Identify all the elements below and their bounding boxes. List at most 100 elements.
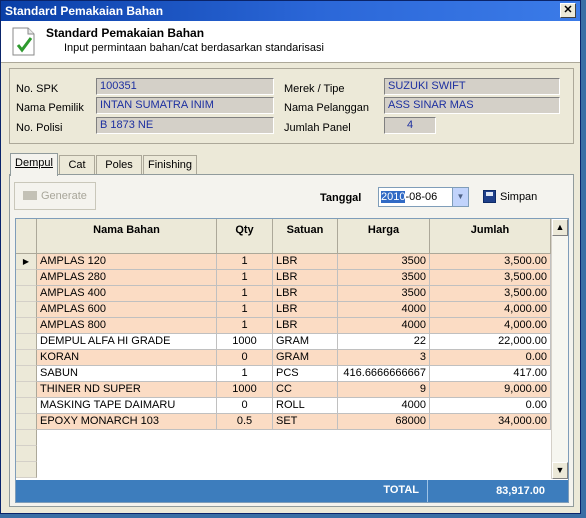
cell-satuan[interactable]: LBR (273, 286, 338, 302)
current-row-indicator-icon[interactable]: ▶ (16, 254, 37, 270)
tab-poles[interactable]: Poles (96, 155, 142, 175)
column-header-qty[interactable]: Qty (217, 219, 273, 254)
cell-nama-bahan[interactable]: AMPLAS 400 (37, 286, 217, 302)
cell-qty[interactable]: 1 (217, 318, 273, 334)
table-row[interactable]: DEMPUL ALFA HI GRADE 1000 GRAM 22 22,000.00 (16, 334, 551, 350)
cell-harga[interactable]: 3 (338, 350, 430, 366)
scroll-up-icon[interactable]: ▲ (552, 219, 568, 236)
generate-button[interactable]: Generate (14, 182, 96, 210)
table-row[interactable]: EPOXY MONARCH 103 0.5 SET 68000 34,000.00 (16, 414, 551, 430)
table-row[interactable]: SABUN 1 PCS 416.6666666667 417.00 (16, 366, 551, 382)
cell-qty[interactable]: 1 (217, 366, 273, 382)
cell-jumlah[interactable]: 0.00 (430, 350, 551, 366)
row-header[interactable] (16, 414, 37, 430)
row-header[interactable] (16, 270, 37, 286)
cell-qty[interactable]: 1 (217, 302, 273, 318)
row-header[interactable] (16, 350, 37, 366)
chevron-down-icon[interactable]: ▼ (452, 188, 468, 206)
cell-satuan[interactable]: CC (273, 382, 338, 398)
no-polisi-field[interactable]: B 1873 NE (96, 117, 274, 134)
cell-harga[interactable]: 22 (338, 334, 430, 350)
cell-harga[interactable]: 416.6666666667 (338, 366, 430, 382)
row-header[interactable] (16, 382, 37, 398)
row-header[interactable] (16, 286, 37, 302)
cell-qty[interactable]: 1 (217, 286, 273, 302)
cell-nama-bahan[interactable]: AMPLAS 120 (37, 254, 217, 270)
cell-nama-bahan[interactable]: MASKING TAPE DAIMARU (37, 398, 217, 414)
cell-satuan[interactable]: LBR (273, 270, 338, 286)
cell-satuan[interactable]: LBR (273, 254, 338, 270)
cell-nama-bahan[interactable]: AMPLAS 600 (37, 302, 217, 318)
cell-satuan[interactable]: GRAM (273, 350, 338, 366)
cell-satuan[interactable]: ROLL (273, 398, 338, 414)
tab-cat[interactable]: Cat (59, 155, 95, 175)
nama-pemilik-field[interactable]: INTAN SUMATRA INIM (96, 97, 274, 114)
cell-qty[interactable]: 1000 (217, 334, 273, 350)
row-header[interactable] (16, 366, 37, 382)
table-row[interactable]: AMPLAS 800 1 LBR 4000 4,000.00 (16, 318, 551, 334)
cell-satuan[interactable]: SET (273, 414, 338, 430)
cell-nama-bahan[interactable]: AMPLAS 800 (37, 318, 217, 334)
cell-harga[interactable]: 3500 (338, 254, 430, 270)
column-header-satuan[interactable]: Satuan (273, 219, 338, 254)
window-titlebar[interactable]: Standard Pemakaian Bahan ✕ (1, 1, 580, 21)
table-row[interactable]: MASKING TAPE DAIMARU 0 ROLL 4000 0.00 (16, 398, 551, 414)
row-header[interactable] (16, 318, 37, 334)
cell-satuan[interactable]: GRAM (273, 334, 338, 350)
nama-pelanggan-field[interactable]: ASS SINAR MAS (384, 97, 560, 114)
cell-nama-bahan[interactable]: THINER ND SUPER (37, 382, 217, 398)
cell-jumlah[interactable]: 3,500.00 (430, 286, 551, 302)
cell-jumlah[interactable]: 417.00 (430, 366, 551, 382)
table-row[interactable]: ▶ AMPLAS 120 1 LBR 3500 3,500.00 (16, 254, 551, 270)
close-button[interactable]: ✕ (560, 3, 576, 18)
cell-nama-bahan[interactable]: KORAN (37, 350, 217, 366)
column-header-harga[interactable]: Harga (338, 219, 430, 254)
column-header-nama-bahan[interactable]: Nama Bahan (37, 219, 217, 254)
table-row[interactable]: KORAN 0 GRAM 3 0.00 (16, 350, 551, 366)
table-row[interactable]: AMPLAS 400 1 LBR 3500 3,500.00 (16, 286, 551, 302)
tab-dempul[interactable]: Dempul (10, 153, 58, 176)
row-header[interactable] (16, 398, 37, 414)
tanggal-date-picker[interactable]: 2010-08-06 ▼ (378, 187, 469, 207)
grid-vertical-scrollbar[interactable]: ▲ ▼ (551, 219, 568, 479)
cell-harga[interactable]: 4000 (338, 398, 430, 414)
cell-jumlah[interactable]: 22,000.00 (430, 334, 551, 350)
cell-satuan[interactable]: LBR (273, 318, 338, 334)
cell-qty[interactable]: 1 (217, 254, 273, 270)
table-row[interactable]: THINER ND SUPER 1000 CC 9 9,000.00 (16, 382, 551, 398)
cell-nama-bahan[interactable]: EPOXY MONARCH 103 (37, 414, 217, 430)
row-header[interactable] (16, 302, 37, 318)
cell-qty[interactable]: 1 (217, 270, 273, 286)
cell-harga[interactable]: 3500 (338, 286, 430, 302)
cell-jumlah[interactable]: 4,000.00 (430, 302, 551, 318)
cell-qty[interactable]: 0 (217, 350, 273, 366)
cell-qty[interactable]: 0 (217, 398, 273, 414)
cell-qty[interactable]: 1000 (217, 382, 273, 398)
merek-tipe-field[interactable]: SUZUKI SWIFT (384, 78, 560, 95)
jumlah-panel-field[interactable]: 4 (384, 117, 436, 134)
row-header[interactable] (16, 334, 37, 350)
cell-harga[interactable]: 68000 (338, 414, 430, 430)
cell-satuan[interactable]: PCS (273, 366, 338, 382)
cell-nama-bahan[interactable]: AMPLAS 280 (37, 270, 217, 286)
tab-finishing[interactable]: Finishing (143, 155, 197, 175)
cell-nama-bahan[interactable]: SABUN (37, 366, 217, 382)
cell-qty[interactable]: 0.5 (217, 414, 273, 430)
cell-harga[interactable]: 3500 (338, 270, 430, 286)
cell-jumlah[interactable]: 3,500.00 (430, 270, 551, 286)
simpan-button[interactable]: Simpan (483, 190, 537, 203)
cell-jumlah[interactable]: 34,000.00 (430, 414, 551, 430)
table-row[interactable]: AMPLAS 280 1 LBR 3500 3,500.00 (16, 270, 551, 286)
cell-jumlah[interactable]: 9,000.00 (430, 382, 551, 398)
column-header-jumlah[interactable]: Jumlah (430, 219, 551, 254)
table-row[interactable]: AMPLAS 600 1 LBR 4000 4,000.00 (16, 302, 551, 318)
cell-jumlah[interactable]: 4,000.00 (430, 318, 551, 334)
cell-jumlah[interactable]: 3,500.00 (430, 254, 551, 270)
no-spk-field[interactable]: 100351 (96, 78, 274, 95)
cell-satuan[interactable]: LBR (273, 302, 338, 318)
cell-jumlah[interactable]: 0.00 (430, 398, 551, 414)
cell-harga[interactable]: 4000 (338, 318, 430, 334)
cell-harga[interactable]: 4000 (338, 302, 430, 318)
scroll-down-icon[interactable]: ▼ (552, 462, 568, 479)
cell-harga[interactable]: 9 (338, 382, 430, 398)
